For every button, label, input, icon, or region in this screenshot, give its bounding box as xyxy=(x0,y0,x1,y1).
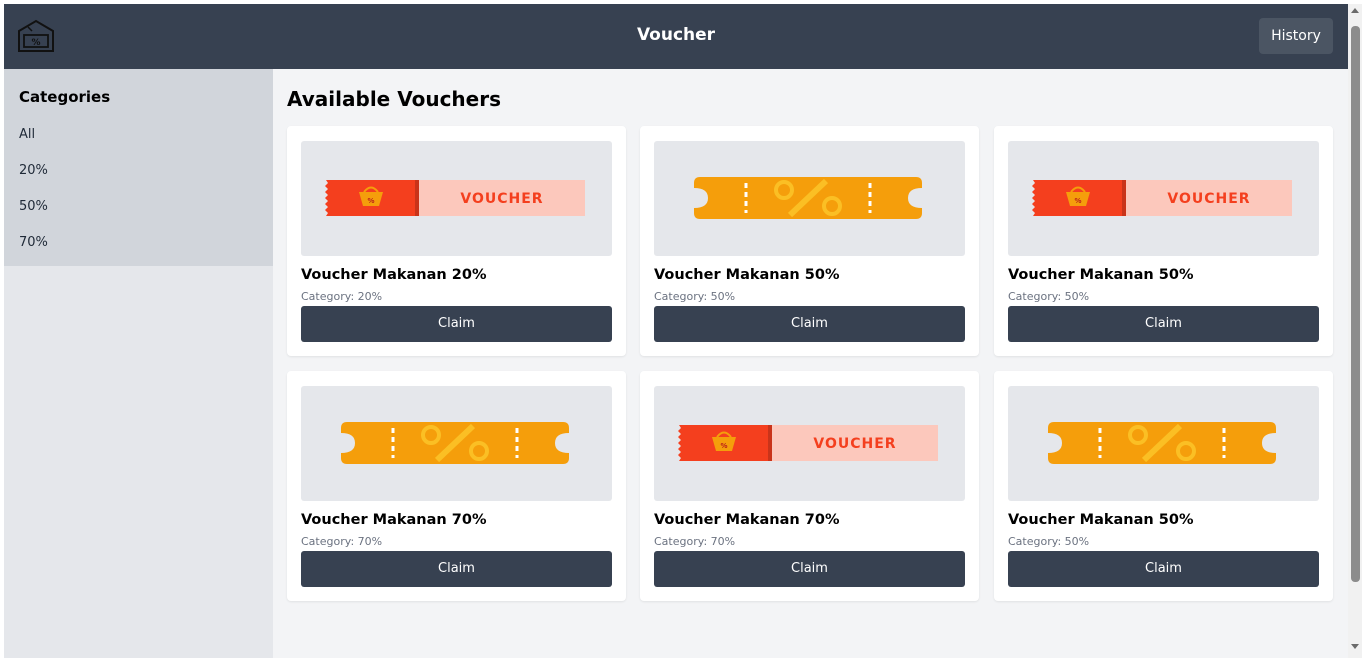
voucher-name: Voucher Makanan 50% xyxy=(1008,512,1194,528)
voucher-image: % VOUCHER xyxy=(301,141,612,256)
voucher-category: Category: 70% xyxy=(654,535,736,548)
history-button[interactable]: History xyxy=(1259,18,1333,54)
voucher-image xyxy=(301,386,612,501)
svg-text:VOUCHER: VOUCHER xyxy=(813,436,896,452)
voucher-image: % VOUCHER xyxy=(654,386,965,501)
claim-button[interactable]: Claim xyxy=(654,306,965,342)
voucher-name: Voucher Makanan 50% xyxy=(654,267,840,283)
voucher-card: Voucher Makanan 70% Category: 70% Claim xyxy=(287,371,626,601)
claim-button[interactable]: Claim xyxy=(1008,306,1319,342)
categories-title: Categories xyxy=(19,88,111,106)
voucher-card: Voucher Makanan 50% Category: 50% Claim xyxy=(994,371,1333,601)
voucher-name: Voucher Makanan 20% xyxy=(301,267,487,283)
voucher-card: % VOUCHER Voucher Makanan 50% Category: … xyxy=(994,126,1333,356)
voucher-image xyxy=(1008,386,1319,501)
svg-text:%: % xyxy=(1074,197,1081,205)
voucher-category: Category: 50% xyxy=(1008,290,1090,303)
voucher-image: % VOUCHER xyxy=(1008,141,1319,256)
svg-text:%: % xyxy=(720,442,727,450)
sidebar: Categories All 20% 50% 70% xyxy=(4,69,273,658)
svg-text:VOUCHER: VOUCHER xyxy=(1167,191,1250,207)
category-item-20[interactable]: 20% xyxy=(19,163,48,178)
voucher-name: Voucher Makanan 70% xyxy=(301,512,487,528)
available-vouchers-heading: Available Vouchers xyxy=(287,87,501,111)
voucher-category: Category: 70% xyxy=(301,535,383,548)
svg-text:VOUCHER: VOUCHER xyxy=(460,191,543,207)
scroll-up-arrow-icon[interactable] xyxy=(1351,8,1359,13)
scrollbar-thumb[interactable] xyxy=(1351,26,1360,582)
category-item-all[interactable]: All xyxy=(19,127,35,142)
vertical-scrollbar[interactable] xyxy=(1348,4,1362,658)
category-item-70[interactable]: 70% xyxy=(19,235,48,250)
claim-button[interactable]: Claim xyxy=(1008,551,1319,587)
red-voucher-ticket-icon: % VOUCHER xyxy=(678,425,938,461)
svg-text:%: % xyxy=(367,197,374,205)
claim-button[interactable]: Claim xyxy=(301,306,612,342)
orange-percent-ticket-icon xyxy=(694,177,922,219)
app-window: % Voucher History Categories All 20% 50%… xyxy=(4,4,1348,658)
claim-button[interactable]: Claim xyxy=(654,551,965,587)
category-item-50[interactable]: 50% xyxy=(19,199,48,214)
voucher-card: Voucher Makanan 50% Category: 50% Claim xyxy=(640,126,979,356)
app-header: % Voucher History xyxy=(4,4,1348,69)
voucher-name: Voucher Makanan 70% xyxy=(654,512,840,528)
orange-percent-ticket-icon xyxy=(1048,422,1276,464)
voucher-name: Voucher Makanan 50% xyxy=(1008,267,1194,283)
claim-button[interactable]: Claim xyxy=(301,551,612,587)
voucher-card: % VOUCHER Voucher Makanan 20% Category: … xyxy=(287,126,626,356)
voucher-category: Category: 50% xyxy=(1008,535,1090,548)
voucher-category: Category: 50% xyxy=(654,290,736,303)
page-title: Voucher xyxy=(636,25,716,45)
voucher-card: % VOUCHER Voucher Makanan 70% Category: … xyxy=(640,371,979,601)
voucher-category: Category: 20% xyxy=(301,290,383,303)
red-voucher-ticket-icon: % VOUCHER xyxy=(325,180,585,216)
scroll-down-arrow-icon[interactable] xyxy=(1351,644,1359,649)
red-voucher-ticket-icon: % VOUCHER xyxy=(1032,180,1292,216)
voucher-image xyxy=(654,141,965,256)
orange-percent-ticket-icon xyxy=(341,422,569,464)
categories-panel: Categories All 20% 50% 70% xyxy=(4,69,273,266)
